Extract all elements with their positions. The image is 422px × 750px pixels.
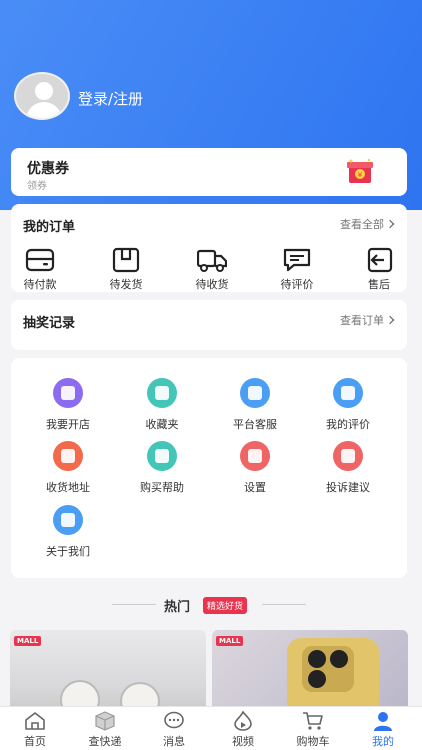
orders-title: 我的订单 — [23, 220, 76, 235]
location-icon — [53, 441, 83, 471]
services-grid: 我要开店 收藏夹 平台客服 我的评价 收货地址 购买帮助 设置 投诉建议 关于我… — [11, 358, 407, 578]
tool-shipping-address[interactable]: 收货地址 — [24, 441, 112, 495]
help-icon — [147, 441, 177, 471]
message-icon — [164, 711, 184, 729]
hot-title: 热门 — [164, 600, 191, 615]
chevron-right-icon — [385, 315, 395, 325]
cart-icon — [303, 712, 323, 730]
user-icon — [374, 712, 392, 731]
shop-icon — [53, 378, 83, 408]
tool-my-reviews[interactable]: 我的评价 — [304, 378, 392, 432]
warning-icon — [333, 441, 363, 471]
tab-me[interactable]: 我的 — [353, 711, 413, 749]
view-orders-link[interactable]: 查看订单 — [340, 312, 395, 328]
box-icon — [112, 247, 140, 273]
svg-text:¥: ¥ — [358, 171, 363, 179]
truck-icon — [197, 249, 227, 272]
video-icon — [234, 711, 252, 731]
order-pending-receipt[interactable]: 待收货 — [184, 247, 240, 292]
chevron-right-icon — [385, 219, 395, 229]
tab-track-package[interactable]: 查快递 — [75, 711, 135, 749]
coupon-subtitle: 领券 — [27, 181, 47, 192]
home-icon — [25, 712, 45, 730]
package-icon — [95, 711, 115, 731]
lottery-record-card[interactable]: 抽奖记录 查看订单 — [11, 300, 407, 350]
comment-icon — [283, 248, 311, 272]
order-pending-payment[interactable]: 待付款 — [12, 247, 68, 292]
wallet-icon — [25, 248, 55, 272]
tab-home[interactable]: 首页 — [5, 711, 65, 749]
order-pending-review[interactable]: 待评价 — [269, 247, 325, 292]
tool-favorites[interactable]: 收藏夹 — [118, 378, 206, 432]
mall-badge: MALL — [216, 636, 244, 646]
favorites-icon — [147, 378, 177, 408]
login-register-link[interactable]: 登录/注册 — [78, 88, 143, 109]
return-icon — [367, 247, 393, 273]
tab-video[interactable]: 视频 — [213, 711, 273, 749]
info-icon — [53, 505, 83, 535]
order-after-sales[interactable]: 售后 — [351, 247, 407, 292]
my-orders-card: 我的订单 查看全部 待付款 待发货 待收货 待评价 售后 — [11, 204, 407, 292]
coupon-title: 优惠券 — [27, 161, 69, 177]
tool-complaints[interactable]: 投诉建议 — [304, 441, 392, 495]
selected-goods-tag: 精选好货 — [203, 597, 248, 614]
red-envelope-icon: ¥ — [347, 158, 373, 183]
order-pending-shipment[interactable]: 待发货 — [98, 247, 154, 292]
tab-messages[interactable]: 消息 — [144, 711, 204, 749]
tool-settings[interactable]: 设置 — [211, 441, 299, 495]
mall-badge: MALL — [14, 636, 42, 646]
tool-open-shop[interactable]: 我要开店 — [24, 378, 112, 432]
bottom-tab-bar: 首页 查快递 消息 视频 购物车 我的 — [0, 706, 422, 750]
avatar[interactable] — [14, 72, 70, 120]
tool-about-us[interactable]: 关于我们 — [24, 505, 112, 559]
customer-service-icon — [240, 378, 270, 408]
tab-cart[interactable]: 购物车 — [283, 711, 343, 749]
review-icon — [333, 378, 363, 408]
tool-customer-service[interactable]: 平台客服 — [211, 378, 299, 432]
settings-icon — [240, 441, 270, 471]
hot-section-header: 热门 精选好货 — [0, 596, 422, 615]
lottery-title: 抽奖记录 — [23, 316, 76, 331]
view-all-orders-link[interactable]: 查看全部 — [340, 216, 395, 232]
tool-purchase-help[interactable]: 购买帮助 — [118, 441, 206, 495]
coupon-card[interactable]: 优惠券 领券 ¥ — [11, 148, 407, 196]
